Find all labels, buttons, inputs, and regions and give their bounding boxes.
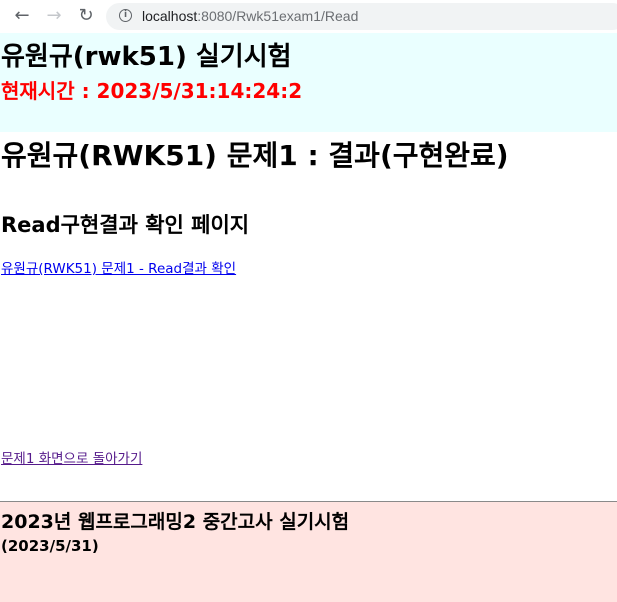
section-title: Read구현결과 확인 페이지 <box>1 213 250 237</box>
site-title: 유원규(rwk51) 실기시험 <box>1 42 292 72</box>
address-bar[interactable]: i localhost:8080/Rwk51exam1/Read <box>106 3 617 30</box>
arrow-forward-icon[interactable]: → <box>42 4 66 28</box>
arrow-back-icon[interactable]: ← <box>10 4 34 28</box>
footer-date: (2023/5/31) <box>1 537 99 555</box>
footer-title: 2023년 웹프로그래밍2 중간고사 실기시험 <box>1 511 350 533</box>
page-footer: 2023년 웹프로그래밍2 중간고사 실기시험 (2023/5/31) <box>0 502 617 602</box>
page-title: 유원규(RWK51) 문제1 : 결과(구현완료) <box>1 139 509 172</box>
info-icon[interactable]: i <box>119 9 132 22</box>
url-path: :8080/Rwk51exam1/Read <box>197 8 359 24</box>
url-text[interactable]: localhost:8080/Rwk51exam1/Read <box>142 8 358 24</box>
url-host: localhost <box>142 8 198 24</box>
back-to-problem1-link[interactable]: 문제1 화면으로 돌아가기 <box>1 447 142 467</box>
page-header: 유원규(rwk51) 실기시험 현재시간 : 2023/5/31:14:24:2 <box>0 33 617 132</box>
read-result-link[interactable]: 유원규(RWK51) 문제1 - Read결과 확인 <box>1 257 236 277</box>
current-time: 현재시간 : 2023/5/31:14:24:2 <box>1 79 303 103</box>
reload-icon[interactable]: ↻ <box>74 4 98 28</box>
browser-toolbar: ← → ↻ i localhost:8080/Rwk51exam1/Read <box>0 0 617 33</box>
